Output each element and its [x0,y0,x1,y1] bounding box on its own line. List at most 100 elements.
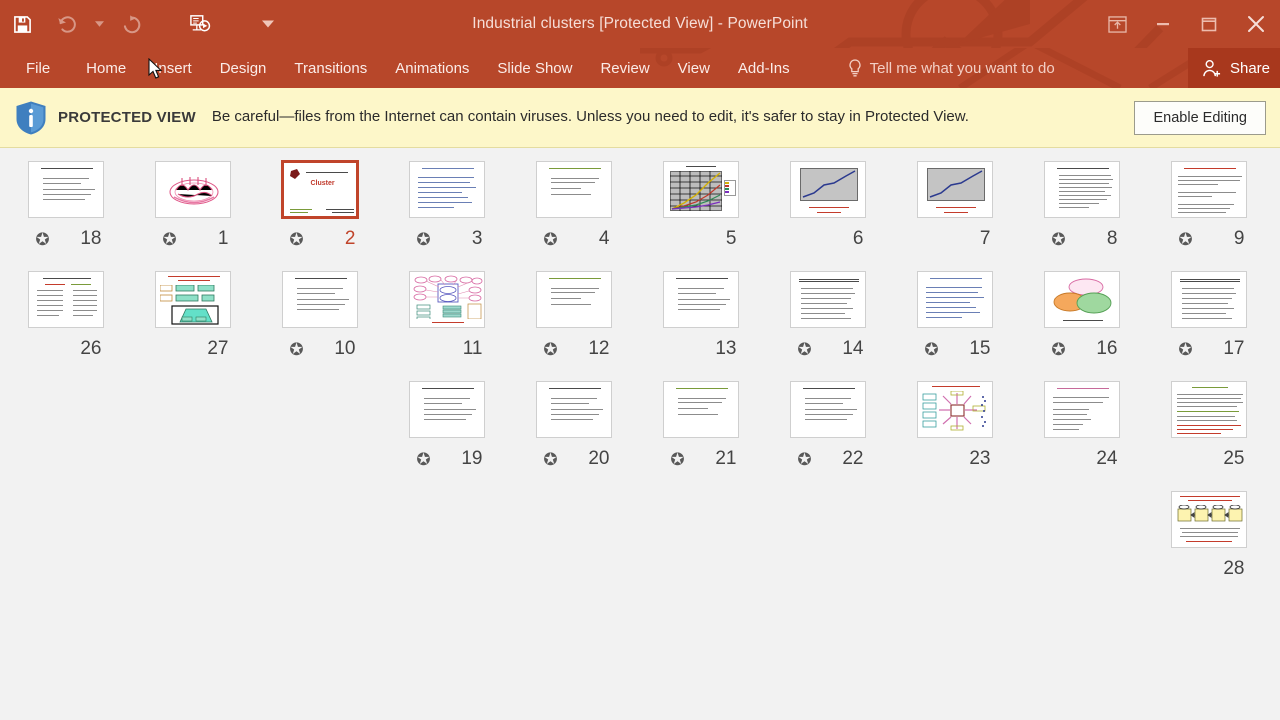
animation-star-icon[interactable]: ✪ [1042,231,1076,248]
slide-thumbnail-wrap[interactable] [789,160,867,218]
maximize-button[interactable] [1186,4,1232,44]
animation-star-icon[interactable]: ✪ [661,451,695,468]
animation-star-icon[interactable]: ✪ [407,451,441,468]
slide-cell[interactable]: ✪ 8 [1018,160,1145,252]
slide-thumbnail[interactable] [789,160,866,218]
start-presentation-button[interactable] [178,4,222,44]
slide-thumbnail[interactable] [154,270,231,328]
slide-thumbnail-wrap[interactable] [1043,270,1121,328]
slide-thumbnail-wrap[interactable] [1170,380,1248,438]
slide-cell[interactable]: ✪ 1 [129,160,256,252]
tab-home[interactable]: Home [72,48,140,88]
slide-cell[interactable]: Cluster ✪ 2 [256,159,383,252]
tell-me-box[interactable]: Tell me what you want to do [848,58,1055,78]
slide-thumbnail[interactable] [662,380,739,438]
slide-thumbnail-wrap[interactable] [662,380,740,438]
animation-star-icon[interactable]: ✪ [534,231,568,248]
slide-thumbnail-wrap[interactable] [535,270,613,328]
slide-thumbnail[interactable] [408,160,485,218]
save-button[interactable] [0,4,44,44]
slide-thumbnail-wrap[interactable] [154,270,232,328]
animation-star-icon[interactable]: ✪ [153,231,187,248]
animation-star-icon[interactable]: ✪ [26,231,60,248]
animation-star-icon[interactable]: ✪ [788,341,822,358]
slide-thumbnail-wrap[interactable] [1043,380,1121,438]
slide-thumbnail[interactable] [662,160,739,218]
animation-star-icon[interactable]: ✪ [1169,231,1203,248]
slide-thumbnail-wrap[interactable] [789,380,867,438]
slide-thumbnail[interactable] [535,270,612,328]
slide-thumbnail[interactable] [916,380,993,438]
tab-design[interactable]: Design [206,48,281,88]
customize-qat-button[interactable] [246,4,290,44]
animation-star-icon[interactable]: ✪ [280,341,314,358]
slide-thumbnail-wrap[interactable]: Cluster [280,159,359,219]
animation-star-icon[interactable]: ✪ [1042,341,1076,358]
slide-thumbnail[interactable] [1043,160,1120,218]
undo-button[interactable] [44,4,88,44]
slide-thumbnail[interactable] [1170,270,1247,328]
tab-animations[interactable]: Animations [381,48,483,88]
tab-transitions[interactable]: Transitions [280,48,381,88]
animation-star-icon[interactable]: ✪ [534,451,568,468]
slide-cell[interactable]: ✪ 26 [2,270,129,362]
slide-thumbnail-wrap[interactable] [281,270,359,328]
slide-cell[interactable]: ✪ 6 [764,160,891,252]
slide-thumbnail[interactable]: Cluster [280,159,359,219]
slide-cell[interactable]: ✪ 22 [764,380,891,472]
slide-thumbnail[interactable] [408,380,485,438]
slide-cell[interactable]: ✪ 16 [1018,270,1145,362]
slide-thumbnail-wrap[interactable] [662,270,740,328]
slide-thumbnail-wrap[interactable] [1170,270,1248,328]
animation-star-icon[interactable]: ✪ [280,231,314,248]
slide-cell[interactable]: ✪ 25 [1145,380,1272,472]
slide-thumbnail[interactable] [408,270,485,328]
tab-add-ins[interactable]: Add-Ins [724,48,804,88]
minimize-button[interactable] [1140,4,1186,44]
slide-thumbnail-wrap[interactable] [27,160,105,218]
animation-star-icon[interactable]: ✪ [407,231,441,248]
slide-thumbnail-wrap[interactable] [916,380,994,438]
slide-cell[interactable]: ✪ 17 [1145,270,1272,362]
slide-thumbnail[interactable] [789,270,866,328]
slide-cell[interactable]: ✪ 28 [1145,490,1272,582]
slide-cell[interactable]: ✪ 4 [510,160,637,252]
slide-cell[interactable]: ✪ 21 [637,380,764,472]
slide-thumbnail[interactable] [1170,160,1247,218]
slide-thumbnail[interactable] [27,160,104,218]
slide-thumbnail[interactable] [281,270,358,328]
slide-thumbnail-wrap[interactable] [154,160,232,218]
slide-sorter-pane[interactable]: ✪ 9 ✪ 8 ✪ 7 ✪ 6 [0,58,1280,708]
slide-cell[interactable]: ✪ 18 [2,160,129,252]
slide-thumbnail[interactable] [916,270,993,328]
slide-thumbnail[interactable] [916,160,993,218]
slide-thumbnail[interactable] [535,380,612,438]
redo-button[interactable] [110,4,154,44]
animation-star-icon[interactable]: ✪ [915,341,949,358]
slide-thumbnail-wrap[interactable] [1170,160,1248,218]
tab-review[interactable]: Review [586,48,663,88]
slide-thumbnail[interactable] [1170,490,1247,548]
slide-cell[interactable]: ✪ 9 [1145,160,1272,252]
slide-thumbnail-wrap[interactable] [1043,160,1121,218]
slide-cell[interactable]: ✪ 3 [383,160,510,252]
ribbon-display-options-button[interactable] [1094,4,1140,44]
slide-thumbnail[interactable] [1043,270,1120,328]
close-button[interactable] [1232,4,1280,44]
slide-cell[interactable]: ✪ 13 [637,270,764,362]
slide-thumbnail[interactable] [154,160,231,218]
slide-thumbnail-wrap[interactable] [662,160,740,218]
slide-thumbnail-wrap[interactable] [789,270,867,328]
slide-cell[interactable]: ✪ 11 [383,270,510,362]
slide-thumbnail-wrap[interactable] [408,160,486,218]
slide-thumbnail-wrap[interactable] [408,270,486,328]
tab-insert[interactable]: Insert [140,48,206,88]
slide-cell[interactable]: ✪ 19 [383,380,510,472]
slide-cell[interactable]: ✪ 12 [510,270,637,362]
animation-star-icon[interactable]: ✪ [788,451,822,468]
enable-editing-button[interactable]: Enable Editing [1134,100,1266,135]
slide-cell[interactable]: ✪ 23 [891,380,1018,472]
tab-file[interactable]: File [0,48,72,88]
share-button[interactable]: Share [1187,48,1280,88]
tab-slide-show[interactable]: Slide Show [483,48,586,88]
